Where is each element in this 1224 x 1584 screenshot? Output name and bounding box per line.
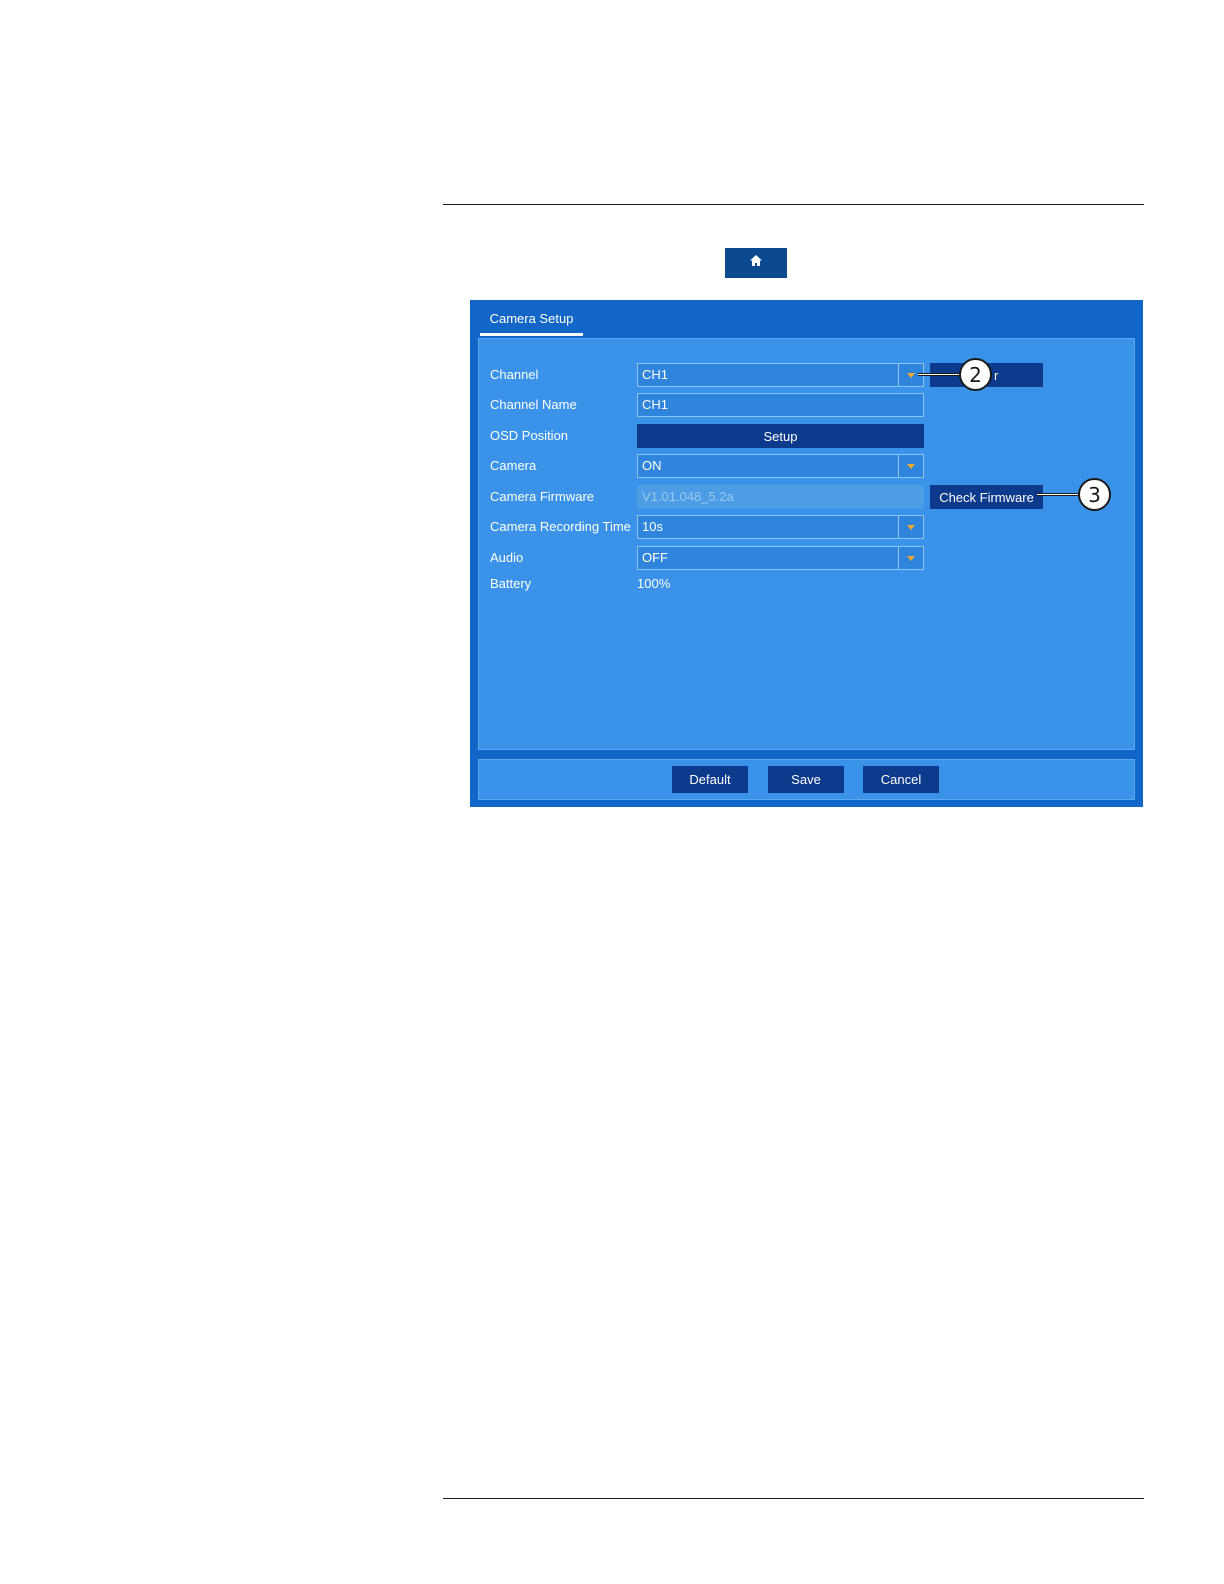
audio-select[interactable]: OFF — [637, 546, 924, 570]
channel-select[interactable]: CH1 — [637, 363, 924, 387]
header-rule — [443, 204, 1144, 205]
partially-hidden-button-label: r — [994, 367, 999, 383]
channel-value: CH1 — [642, 367, 669, 382]
callout-2-leader — [918, 373, 962, 376]
channel-name-input[interactable]: CH1 — [637, 393, 924, 417]
camera-recording-time-label: Camera Recording Time — [490, 519, 631, 534]
callout-3-marker: 3 — [1078, 478, 1111, 511]
camera-label: Camera — [490, 458, 537, 473]
camera-firmware-label: Camera Firmware — [490, 489, 595, 504]
chevron-down-icon[interactable] — [898, 547, 923, 569]
footer-bar: Default Save Cancel — [478, 759, 1135, 800]
cancel-button[interactable]: Cancel — [863, 766, 939, 793]
callout-2-marker: 2 — [959, 358, 992, 391]
footer-rule — [443, 1498, 1144, 1499]
check-firmware-button[interactable]: Check Firmware — [930, 485, 1043, 509]
camera-setup-window: Camera Setup Channel CH1 r Channel Name … — [470, 300, 1143, 807]
osd-position-label: OSD Position — [490, 428, 569, 443]
battery-label: Battery — [490, 576, 532, 591]
save-button[interactable]: Save — [768, 766, 844, 793]
audio-label: Audio — [490, 550, 524, 565]
tab-camera-setup[interactable]: Camera Setup — [480, 300, 583, 336]
channel-name-label: Channel Name — [490, 397, 577, 412]
camera-firmware-field: V1.01.048_5.2a — [637, 485, 924, 509]
camera-value: ON — [642, 458, 662, 473]
recording-time-select[interactable]: 10s — [637, 515, 924, 539]
osd-setup-button[interactable]: Setup — [637, 424, 924, 448]
default-button[interactable]: Default — [672, 766, 748, 793]
settings-panel: Channel CH1 r Channel Name CH1 OSD Posit… — [478, 338, 1135, 750]
camera-select[interactable]: ON — [637, 454, 924, 478]
home-button[interactable] — [725, 248, 787, 278]
chevron-down-icon[interactable] — [898, 516, 923, 538]
recording-time-value: 10s — [642, 519, 663, 534]
callout-3-leader — [1037, 493, 1081, 496]
channel-label: Channel — [490, 367, 539, 382]
battery-value: 100% — [637, 576, 671, 591]
chevron-down-icon[interactable] — [898, 455, 923, 477]
tab-active-indicator — [480, 333, 583, 336]
home-icon — [749, 254, 763, 272]
audio-value: OFF — [642, 550, 668, 565]
